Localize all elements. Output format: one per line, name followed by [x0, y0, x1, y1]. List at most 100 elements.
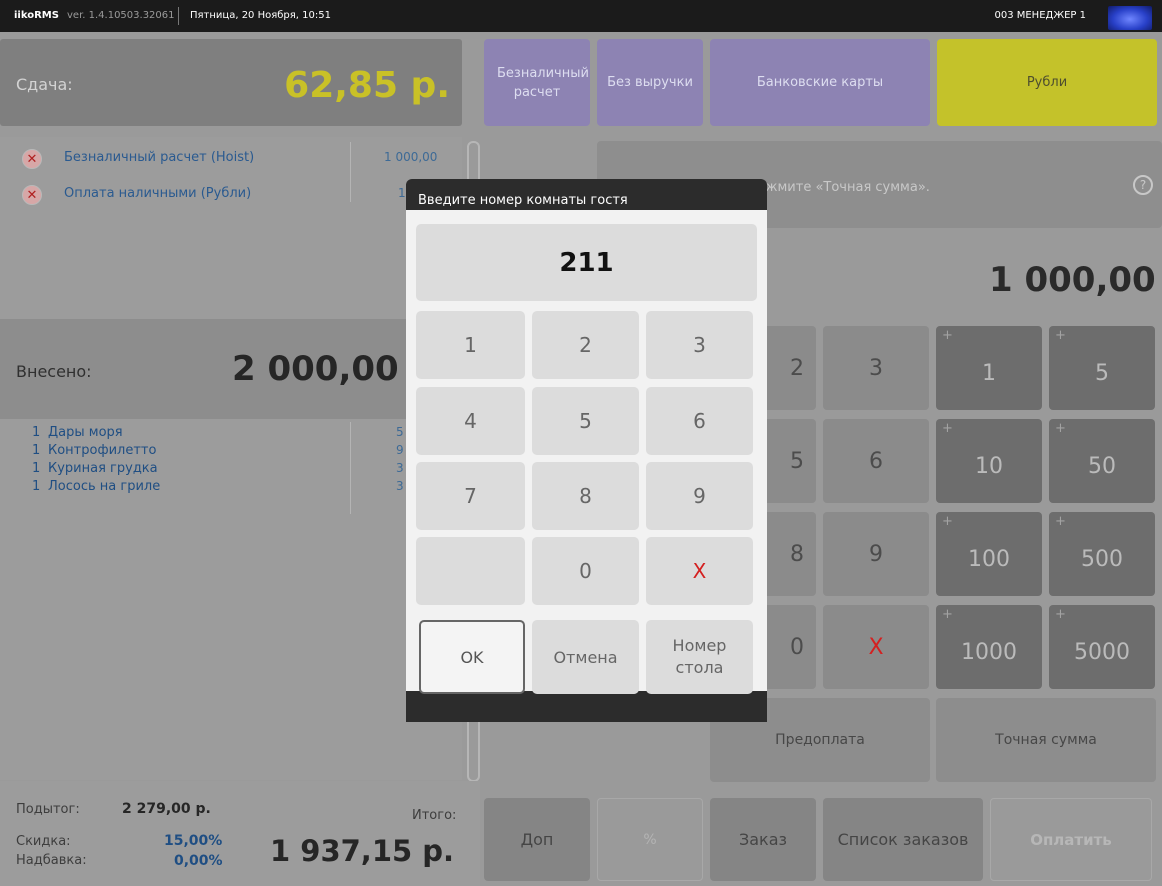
item-name: Контрофилетто [48, 443, 157, 458]
totals-panel: Подытог: 2 279,00 р. Скидка: 15,00% Надб… [0, 781, 480, 886]
orders-list-button[interactable]: Список заказов [823, 798, 983, 881]
room-number-dialog: Введите номер комнаты гостя 211 1 2 3 4 … [406, 179, 767, 722]
key-label: 2 [579, 333, 592, 357]
key-label: 7 [464, 484, 477, 508]
rubles-label: Рубли [1026, 75, 1068, 90]
ok-button[interactable]: OK [419, 620, 525, 694]
no-revenue-button[interactable]: Без выручки [597, 39, 703, 126]
cashless-payment-button[interactable]: Безналичный расчет [484, 39, 590, 126]
dialog-key-9[interactable]: 9 [646, 462, 753, 530]
quick-add-50[interactable]: +50 [1049, 419, 1155, 503]
quick-add-1000[interactable]: +1000 [936, 605, 1042, 689]
plus-icon: + [942, 328, 953, 343]
subtotal-label: Подытог: [16, 802, 80, 817]
quick-add-10[interactable]: +10 [936, 419, 1042, 503]
quick-add-value: 100 [968, 546, 1010, 572]
current-user[interactable]: 003 МЕНЕДЖЕР 1 [994, 10, 1086, 21]
dialog-key-0[interactable]: 0 [532, 537, 639, 605]
subtotal-value: 2 279,00 р. [122, 801, 211, 817]
key-label: 5 [579, 409, 592, 433]
dialog-key-5[interactable]: 5 [532, 387, 639, 455]
quick-add-value: 1000 [961, 639, 1017, 665]
item-price: 3 [396, 479, 404, 493]
exact-amount-button[interactable]: Точная сумма [936, 698, 1156, 782]
total-label: Итого: [412, 808, 457, 823]
pay-button[interactable]: Оплатить [990, 798, 1152, 881]
payment-row[interactable]: ✕ Оплата наличными (Рубли) 1 [22, 185, 462, 209]
extra-label: Доп [520, 830, 554, 849]
deposited-panel: Внесено: 2 000,00 [0, 319, 462, 419]
pay-label: Оплатить [1030, 830, 1112, 849]
quick-add-100[interactable]: +100 [936, 512, 1042, 596]
keypad-9[interactable]: 9 [823, 512, 929, 596]
change-value: 62,85 р. [284, 65, 450, 106]
surcharge-label: Надбавка: [16, 853, 87, 868]
plus-icon: + [942, 514, 953, 529]
dialog-key-6[interactable]: 6 [646, 387, 753, 455]
prepayment-label: Предоплата [775, 732, 865, 748]
keypad-5-label: 5 [790, 448, 804, 474]
keypad-0-label: 0 [790, 634, 804, 660]
item-name: Куриная грудка [48, 461, 158, 476]
help-icon[interactable]: ? [1133, 175, 1153, 195]
payment-amount: 1 [398, 186, 406, 200]
dialog-key-8[interactable]: 8 [532, 462, 639, 530]
order-label: Заказ [738, 830, 788, 849]
keypad-6-label: 6 [869, 448, 883, 474]
table-number-button[interactable]: Номер стола [646, 620, 753, 694]
deposited-label: Внесено: [16, 362, 92, 381]
surcharge-value[interactable]: 0,00% [174, 853, 223, 869]
dialog-key-7[interactable]: 7 [416, 462, 525, 530]
keypad-3-label: 3 [869, 355, 883, 381]
percent-label: % [643, 831, 657, 848]
rubles-button[interactable]: Рубли [937, 39, 1157, 126]
key-label: 6 [693, 409, 706, 433]
key-label: X [692, 559, 707, 583]
quick-add-value: 5 [1095, 360, 1109, 386]
remove-payment-icon[interactable]: ✕ [22, 149, 42, 169]
dialog-key-2[interactable]: 2 [532, 311, 639, 379]
remove-payment-icon[interactable]: ✕ [22, 185, 42, 205]
order-button[interactable]: Заказ [710, 798, 816, 881]
app-name: iikoRMS [14, 10, 59, 21]
quick-add-500[interactable]: +500 [1049, 512, 1155, 596]
plus-icon: + [1055, 607, 1066, 622]
dialog-title: Введите номер комнаты гостя [418, 193, 628, 208]
app-version: ver. 1.4.10503.32061 [67, 10, 175, 21]
bank-cards-button[interactable]: Банковские карты [710, 39, 930, 126]
dialog-key-empty [416, 537, 525, 605]
percent-button[interactable]: % [597, 798, 703, 881]
item-price: 9 [396, 443, 404, 457]
keypad-2-label: 2 [790, 355, 804, 381]
table-number-label: Номер стола [672, 636, 727, 677]
quick-add-value: 5000 [1074, 639, 1130, 665]
quick-add-5000[interactable]: +5000 [1049, 605, 1155, 689]
exact-amount-label: Точная сумма [995, 732, 1097, 748]
keypad-6[interactable]: 6 [823, 419, 929, 503]
date-time: Пятница, 20 Ноября, 10:51 [190, 10, 331, 21]
dialog-key-clear[interactable]: X [646, 537, 753, 605]
key-label: 0 [579, 559, 592, 583]
item-qty: 1 [32, 443, 41, 458]
keypad-3[interactable]: 3 [823, 326, 929, 410]
dialog-key-4[interactable]: 4 [416, 387, 525, 455]
payment-name: Безналичный расчет (Hoist) [64, 150, 255, 165]
quick-add-1[interactable]: +1 [936, 326, 1042, 410]
payment-row[interactable]: ✕ Безналичный расчет (Hoist) 1 000,00 [22, 149, 462, 173]
payment-amount: 1 000,00 [384, 150, 438, 164]
dialog-key-1[interactable]: 1 [416, 311, 525, 379]
change-panel: Сдача: 62,85 р. [0, 39, 462, 126]
item-name: Лосось на гриле [48, 479, 161, 494]
keypad-clear[interactable]: X [823, 605, 929, 689]
plus-icon: + [942, 421, 953, 436]
quick-add-5[interactable]: +5 [1049, 326, 1155, 410]
plus-icon: + [1055, 514, 1066, 529]
column-divider [350, 422, 351, 514]
cancel-button[interactable]: Отмена [532, 620, 639, 694]
deposited-value: 2 000,00 [232, 349, 399, 389]
extra-button[interactable]: Доп [484, 798, 590, 881]
dialog-key-3[interactable]: 3 [646, 311, 753, 379]
keypad-9-label: 9 [869, 541, 883, 567]
title-bar: iikoRMS ver. 1.4.10503.32061 Пятница, 20… [0, 0, 1162, 32]
discount-value[interactable]: 15,00% [164, 833, 222, 849]
